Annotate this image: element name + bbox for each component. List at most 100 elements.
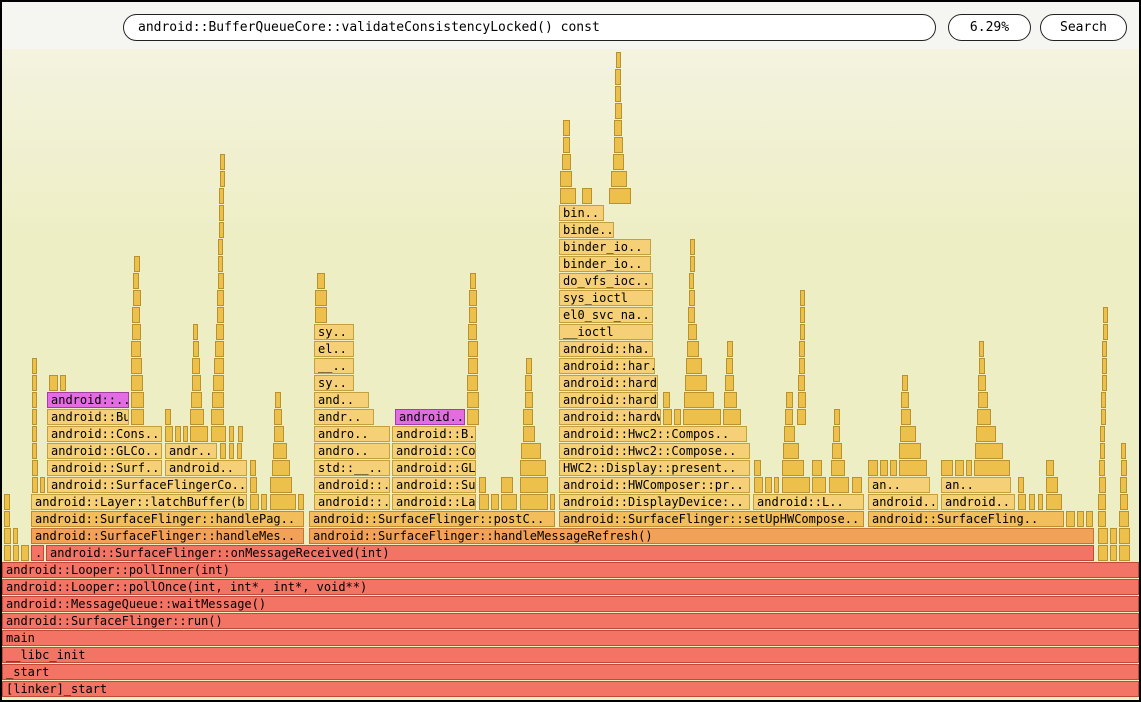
flame-frame-small[interactable]	[274, 409, 282, 425]
flame-frame-small[interactable]	[60, 375, 66, 391]
flame-frame-small[interactable]	[902, 375, 908, 391]
flame-frame-small[interactable]	[615, 86, 621, 102]
flame-frame-small[interactable]	[193, 341, 199, 357]
flame-frame-small[interactable]	[1046, 477, 1058, 493]
flame-frame-small[interactable]	[220, 171, 225, 187]
flame-frame[interactable]: _start	[2, 664, 1139, 680]
flame-frame-small[interactable]	[786, 392, 793, 408]
flame-frame-small[interactable]	[1121, 460, 1127, 476]
flame-frame-small[interactable]	[13, 528, 18, 544]
flame-frame-small[interactable]	[614, 120, 622, 136]
flame-frame-small[interactable]	[1103, 324, 1108, 340]
flame-frame[interactable]: android::Surf..	[47, 460, 162, 476]
flame-frame-small[interactable]	[723, 409, 741, 425]
flame-frame-small[interactable]	[684, 392, 714, 408]
flame-frame-small[interactable]	[501, 477, 513, 493]
flame-frame[interactable]: android::GLCo..	[47, 443, 162, 459]
flame-frame-small[interactable]	[298, 494, 304, 510]
flame-frame-small[interactable]	[131, 358, 142, 374]
flame-frame[interactable]: android..	[868, 494, 938, 510]
flame-frame-small[interactable]	[1098, 545, 1108, 561]
flame-frame[interactable]: android::SurfaceFlinger::onMessageReceiv…	[46, 545, 1094, 561]
flame-frame-small[interactable]	[275, 392, 281, 408]
flame-frame-small[interactable]	[1077, 511, 1084, 527]
flame-frame-small[interactable]	[798, 392, 806, 408]
flame-frame[interactable]: el0_svc_na..	[559, 307, 653, 323]
flame-frame-small[interactable]	[616, 52, 621, 68]
flame-frame[interactable]: android::har..	[559, 358, 655, 374]
flame-frame-small[interactable]	[1100, 443, 1105, 459]
flame-frame-small[interactable]	[1100, 426, 1105, 442]
flame-frame-small[interactable]	[131, 375, 143, 391]
flame-frame[interactable]: android::hardware::g..	[559, 409, 661, 425]
flame-frame-small[interactable]	[315, 290, 327, 306]
flame-frame-small[interactable]	[797, 409, 806, 425]
flame-frame[interactable]: android::Looper::pollOnce(int, int*, int…	[2, 579, 1139, 595]
flame-frame-small[interactable]	[901, 392, 909, 408]
flame-frame-small[interactable]	[1018, 494, 1026, 510]
flame-frame[interactable]: an..	[941, 477, 1011, 493]
flame-frame-small[interactable]	[32, 460, 38, 476]
flame-frame[interactable]: android::SurfaceFlinger::handlePag..	[31, 511, 304, 527]
flame-frame-small[interactable]	[501, 494, 517, 510]
flame-frame-small[interactable]	[491, 494, 499, 510]
flame-frame[interactable]: android::L..	[753, 494, 864, 510]
flame-frame-small[interactable]	[690, 256, 695, 272]
flame-frame-small[interactable]	[212, 392, 224, 408]
flame-frame[interactable]: android::hard..	[559, 375, 658, 391]
flame-frame-small[interactable]	[1038, 494, 1043, 510]
flame-frame[interactable]: android::Buff..	[47, 409, 129, 425]
flame-frame-small[interactable]	[798, 375, 805, 391]
flame-frame[interactable]: android::HWComposer::pr..	[559, 477, 750, 493]
flame-frame[interactable]: android::hard..	[559, 392, 658, 408]
flame-frame-small[interactable]	[193, 324, 198, 340]
flame-frame-small[interactable]	[976, 426, 996, 442]
flame-frame-small[interactable]	[688, 307, 695, 323]
flame-frame-small[interactable]	[261, 494, 267, 510]
flame-frame-small[interactable]	[190, 426, 208, 442]
flame-frame[interactable]: bin..	[559, 205, 604, 221]
flame-frame-small[interactable]	[526, 358, 532, 374]
flame-frame-small[interactable]	[966, 460, 972, 476]
flame-frame-small[interactable]	[219, 205, 224, 221]
flame-frame-small[interactable]	[190, 409, 204, 425]
search-input[interactable]	[123, 14, 936, 41]
flame-frame-small[interactable]	[220, 443, 226, 459]
flame-frame-small[interactable]	[229, 426, 234, 442]
flame-frame-small[interactable]	[663, 392, 670, 408]
flame-frame-small[interactable]	[131, 341, 141, 357]
flame-frame-small[interactable]	[40, 477, 45, 493]
flame-frame-small[interactable]	[674, 409, 681, 425]
flame-frame-small[interactable]	[977, 409, 991, 425]
flame-frame-small[interactable]	[4, 545, 11, 561]
flame-frame-small[interactable]	[754, 460, 761, 476]
flame-frame-small[interactable]	[218, 273, 224, 289]
flame-frame[interactable]: __ioctl	[559, 324, 653, 340]
flame-frame[interactable]: android::Hwc2::Compos..	[559, 426, 747, 442]
flame-frame[interactable]: andro..	[314, 426, 390, 442]
flame-frame-small[interactable]	[468, 324, 477, 340]
flame-frame-small[interactable]	[784, 426, 795, 442]
flame-frame-small[interactable]	[191, 392, 202, 408]
flame-frame-small[interactable]	[685, 375, 707, 391]
flame-frame-small[interactable]	[131, 409, 144, 425]
flame-frame-small[interactable]	[560, 188, 576, 204]
flame-frame[interactable]: android::DisplayDevice:..	[559, 494, 750, 510]
flame-frame-small[interactable]	[133, 290, 141, 306]
flame-frame-small[interactable]	[800, 324, 805, 340]
flame-frame-small[interactable]	[32, 358, 37, 374]
flame-frame-small[interactable]	[211, 426, 226, 442]
flame-frame-small[interactable]	[132, 324, 141, 340]
flame-frame-small[interactable]	[686, 358, 702, 374]
flame-frame[interactable]: android..	[941, 494, 1015, 510]
flame-frame-small[interactable]	[520, 477, 548, 493]
flame-frame-small[interactable]	[32, 375, 37, 391]
flame-frame-small[interactable]	[941, 460, 953, 476]
flame-frame-small[interactable]	[726, 358, 733, 374]
flame-frame-small[interactable]	[219, 188, 224, 204]
flame-frame-small[interactable]	[812, 477, 826, 493]
flame-frame[interactable]: an..	[868, 477, 930, 493]
flame-frame-small[interactable]	[165, 409, 171, 425]
flame-frame-small[interactable]	[978, 392, 988, 408]
flame-frame-small[interactable]	[270, 477, 292, 493]
